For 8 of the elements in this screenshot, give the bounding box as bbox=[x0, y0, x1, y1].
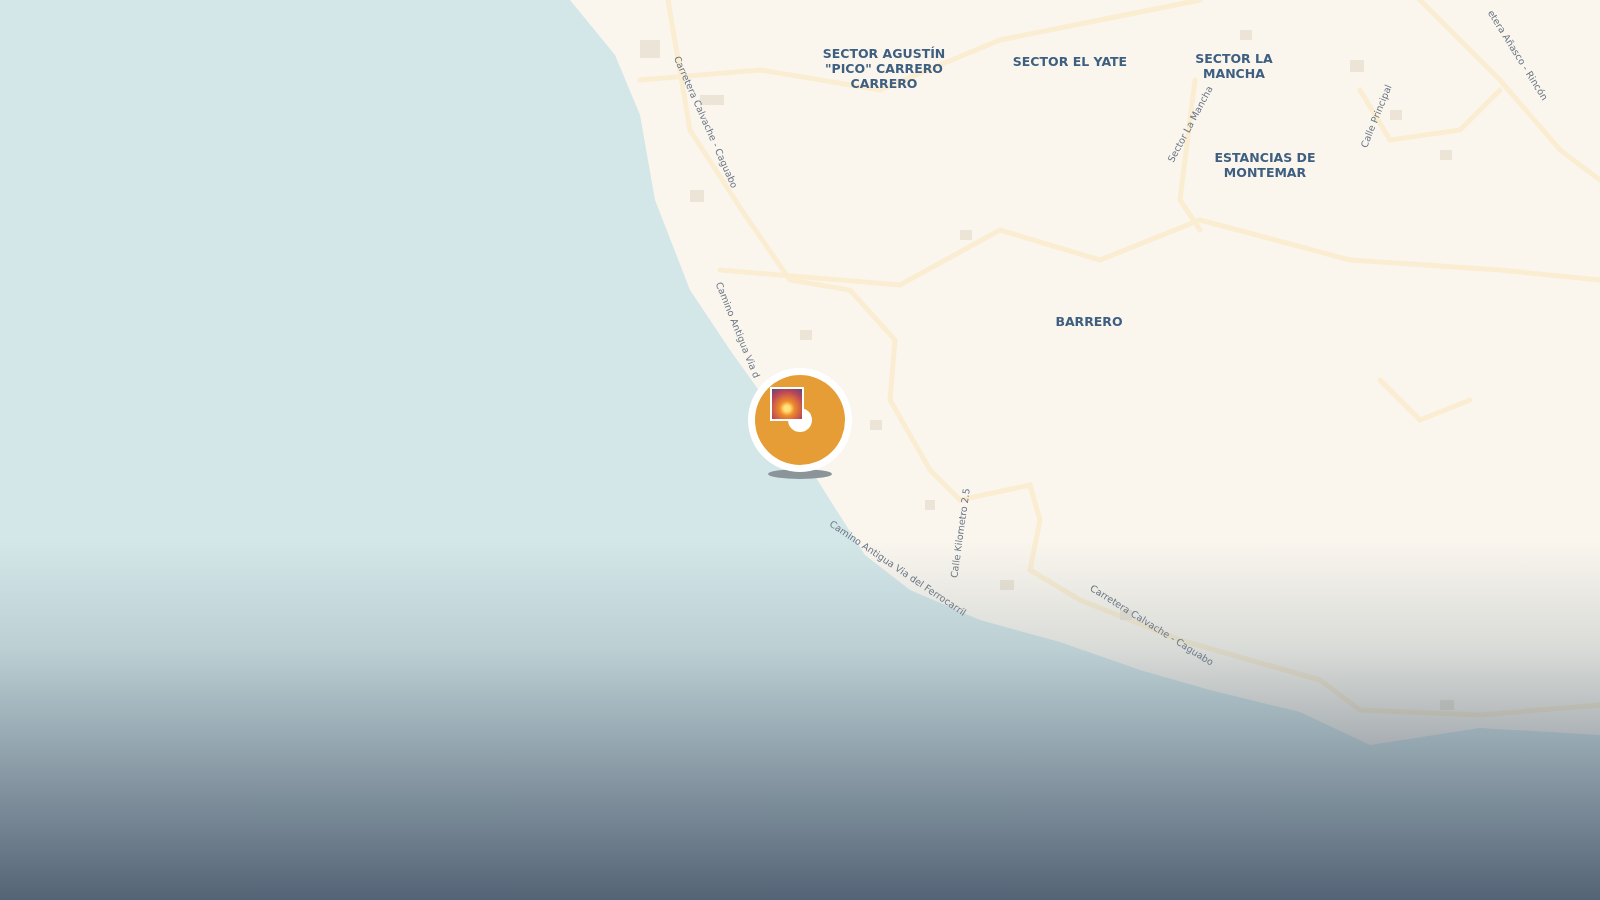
map-view[interactable] bbox=[0, 0, 1600, 900]
sunset-photo-thumbnail bbox=[770, 387, 804, 421]
place-label: SECTOR AGUSTÍN "PICO" CARRERO CARRERO bbox=[821, 45, 947, 91]
place-label: SECTOR LA MANCHA bbox=[1194, 51, 1274, 81]
road-label: Calle Kilometro 2.5 bbox=[948, 487, 972, 579]
place-label: SECTOR EL YATE bbox=[1011, 53, 1129, 69]
place-label: BARRERO bbox=[1054, 313, 1124, 329]
place-label: ESTANCIAS DE MONTEMAR bbox=[1213, 150, 1317, 180]
